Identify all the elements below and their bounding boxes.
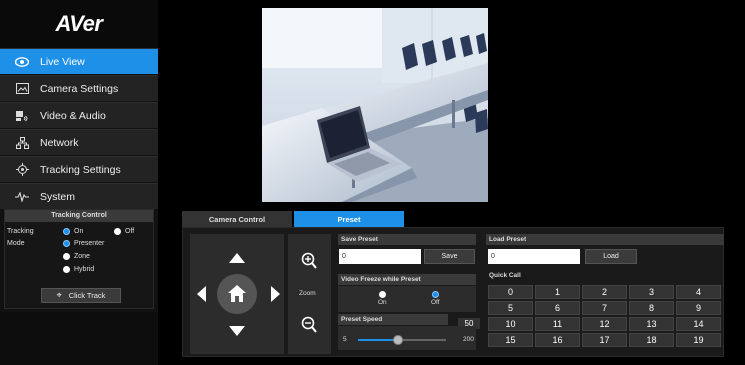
mode-hybrid-radio[interactable]: Hybrid [63, 266, 94, 273]
pan-left-button[interactable] [197, 286, 206, 307]
tracking-control-panel: Tracking Control Tracking Mode On Off Pr… [4, 209, 154, 309]
zoom-out-button[interactable] [301, 316, 317, 339]
quick-call-button[interactable]: 18 [629, 333, 674, 347]
sidebar-item-label: Tracking Settings [40, 163, 121, 176]
tab-preset[interactable]: Preset [294, 211, 404, 227]
preset-speed-max: 200 [463, 336, 474, 343]
sidebar-item-tracking-settings[interactable]: Tracking Settings [0, 156, 158, 182]
load-preset-input[interactable]: 0 [488, 249, 580, 264]
target-icon: ⌖ [56, 290, 62, 300]
target-icon [14, 163, 30, 177]
preset-speed-slider-area [338, 326, 476, 350]
preset-speed-header: Preset Speed [338, 314, 448, 325]
image-icon [14, 82, 30, 96]
network-icon [14, 136, 30, 150]
aver-logo: AVer [0, 0, 158, 48]
tracking-off-radio[interactable]: Off [114, 228, 134, 235]
quick-call-button[interactable]: 3 [629, 285, 674, 299]
quick-call-button[interactable]: 17 [582, 333, 627, 347]
mode-zone-radio[interactable]: Zone [63, 253, 90, 260]
zoom-out-icon [301, 316, 317, 333]
control-tabs: Camera Control Preset [182, 211, 406, 227]
quick-call-button[interactable]: 9 [676, 301, 721, 315]
sidebar-item-label: Camera Settings [40, 82, 119, 95]
sidebar-item-label: Network [40, 136, 79, 149]
tracking-control-title: Tracking Control [5, 210, 153, 222]
freeze-off-radio[interactable]: Off [431, 291, 440, 306]
sidebar-item-label: Live View [40, 55, 85, 68]
eye-icon [14, 55, 30, 69]
video-audio-icon [14, 109, 30, 123]
quick-call-button[interactable]: 10 [488, 317, 533, 331]
quick-call-button[interactable]: 16 [535, 333, 580, 347]
arrow-right-icon [271, 286, 280, 302]
tracking-on-radio[interactable]: On [63, 228, 83, 235]
save-button[interactable]: Save [424, 249, 475, 264]
quick-call-button[interactable]: 7 [582, 301, 627, 315]
load-button[interactable]: Load [585, 249, 637, 264]
save-preset-input[interactable]: 0 [339, 249, 421, 264]
arrow-up-icon [229, 253, 245, 263]
quick-call-button[interactable]: 2 [582, 285, 627, 299]
save-preset-header: Save Preset [338, 234, 476, 245]
quick-call-button[interactable]: 11 [535, 317, 580, 331]
tracking-label: Tracking [7, 228, 34, 235]
home-icon [228, 285, 246, 302]
mode-label: Mode [7, 240, 25, 247]
sidebar-item-label: System [40, 190, 76, 203]
quick-call-button[interactable]: 15 [488, 333, 533, 347]
zoom-in-button[interactable] [301, 252, 317, 275]
preset-speed-fill [358, 339, 398, 341]
preset-speed-min: 5 [343, 336, 347, 343]
quick-call-button[interactable]: 5 [488, 301, 533, 315]
pan-right-button[interactable] [271, 286, 280, 307]
sidebar-item-camera-settings[interactable]: Camera Settings [0, 75, 158, 101]
pan-up-button[interactable] [229, 250, 245, 268]
quick-call-button[interactable]: 1 [535, 285, 580, 299]
freeze-on-radio[interactable]: On [378, 291, 387, 306]
sidebar-item-video-audio[interactable]: Video & Audio [0, 102, 158, 128]
quick-call-button[interactable]: 6 [535, 301, 580, 315]
quick-call-button[interactable]: 14 [676, 317, 721, 331]
sidebar: AVer Live View Camera Settings Video & A… [0, 0, 158, 365]
home-button[interactable] [228, 285, 246, 307]
live-video-feed[interactable] [262, 8, 488, 202]
sidebar-item-label: Video & Audio [40, 109, 106, 122]
quick-call-button[interactable]: 12 [582, 317, 627, 331]
click-track-button[interactable]: ⌖ Click Track [41, 288, 121, 303]
load-preset-header: Load Preset [486, 234, 724, 245]
quick-call-button[interactable]: 4 [676, 285, 721, 299]
pulse-icon [14, 190, 30, 204]
sidebar-footer [0, 312, 158, 365]
pan-down-button[interactable] [229, 323, 245, 341]
sidebar-item-system[interactable]: System [0, 183, 158, 209]
sidebar-item-network[interactable]: Network [0, 129, 158, 155]
arrow-down-icon [229, 326, 245, 336]
arrow-left-icon [197, 286, 206, 302]
zoom-label: Zoom [299, 290, 316, 297]
quick-call-button[interactable]: 8 [629, 301, 674, 315]
quick-call-button[interactable]: 13 [629, 317, 674, 331]
mode-presenter-radio[interactable]: Presenter [63, 240, 104, 247]
tab-camera-control[interactable]: Camera Control [182, 211, 292, 227]
preset-speed-thumb[interactable] [393, 335, 403, 345]
quick-call-button[interactable]: 19 [676, 333, 721, 347]
quick-call-grid: 0 1 2 3 4 5 6 7 8 9 10 11 12 13 14 15 16… [488, 285, 722, 347]
zoom-in-icon [301, 252, 317, 269]
video-freeze-options [338, 286, 476, 312]
quick-call-button[interactable]: 0 [488, 285, 533, 299]
sidebar-item-live-view[interactable]: Live View [0, 48, 158, 74]
video-freeze-header: Video Freeze while Preset [338, 274, 476, 285]
quick-call-label: Quick Call [489, 272, 521, 279]
